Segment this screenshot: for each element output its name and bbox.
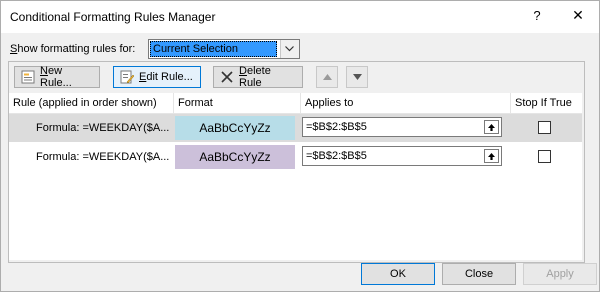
- header-rule: Rule (applied in order shown): [9, 93, 174, 113]
- stop-if-true-checkbox[interactable]: [538, 150, 551, 163]
- rule-row-1[interactable]: Formula: =WEEKDAY($A... AaBbCcYyZz =$B$2…: [9, 114, 582, 142]
- ok-button[interactable]: OK: [361, 263, 435, 285]
- range-collapse-icon[interactable]: [484, 120, 499, 134]
- edit-rule-icon: [120, 70, 135, 84]
- title-bar: Conditional Formatting Rules Manager ? ✕: [1, 1, 599, 33]
- format-preview: AaBbCcYyZz: [175, 145, 295, 169]
- move-up-button[interactable]: [316, 66, 338, 88]
- conditional-formatting-dialog: Conditional Formatting Rules Manager ? ✕…: [0, 0, 600, 292]
- header-applies-to: Applies to: [301, 93, 511, 113]
- stop-if-true-checkbox[interactable]: [538, 121, 551, 134]
- show-rules-value: Current Selection: [150, 41, 277, 57]
- dialog-title: Conditional Formatting Rules Manager: [10, 10, 216, 24]
- rules-table-header: Rule (applied in order shown) Format App…: [9, 93, 582, 114]
- new-rule-button[interactable]: New Rule...: [14, 65, 100, 89]
- move-down-button[interactable]: [346, 66, 368, 88]
- help-button[interactable]: ?: [529, 8, 545, 26]
- format-preview: AaBbCcYyZz: [175, 116, 295, 140]
- header-format: Format: [174, 93, 301, 113]
- delete-rule-label: Delete Rule: [239, 65, 271, 89]
- rule-row-2[interactable]: Formula: =WEEKDAY($A... AaBbCcYyZz =$B$2…: [9, 143, 582, 171]
- move-down-icon: [352, 71, 362, 83]
- delete-rule-button[interactable]: Delete Rule: [213, 65, 303, 89]
- chevron-down-icon[interactable]: [280, 40, 299, 58]
- close-button[interactable]: Close: [442, 263, 516, 285]
- applies-to-field[interactable]: =$B$2:$B$5: [302, 117, 502, 137]
- delete-x-icon: [220, 70, 234, 84]
- new-rule-label: New Rule...: [40, 65, 72, 89]
- edit-rule-button[interactable]: Edit Rule...: [113, 66, 201, 88]
- rule-formula: Formula: =WEEKDAY($A...: [36, 151, 170, 163]
- applies-to-field[interactable]: =$B$2:$B$5: [302, 146, 502, 166]
- apply-button[interactable]: Apply: [523, 263, 597, 285]
- rules-table: Rule (applied in order shown) Format App…: [9, 93, 582, 260]
- edit-rule-label: Edit Rule...: [139, 71, 193, 83]
- range-collapse-icon[interactable]: [484, 149, 499, 163]
- header-stop-if-true: Stop If True: [515, 97, 572, 109]
- new-rule-icon: [21, 70, 35, 84]
- move-up-icon: [322, 71, 332, 83]
- close-icon[interactable]: ✕: [569, 7, 587, 25]
- show-rules-label: Show formatting rules for:: [10, 43, 136, 55]
- show-rules-select[interactable]: Current Selection: [148, 39, 300, 59]
- rule-formula: Formula: =WEEKDAY($A...: [36, 122, 170, 134]
